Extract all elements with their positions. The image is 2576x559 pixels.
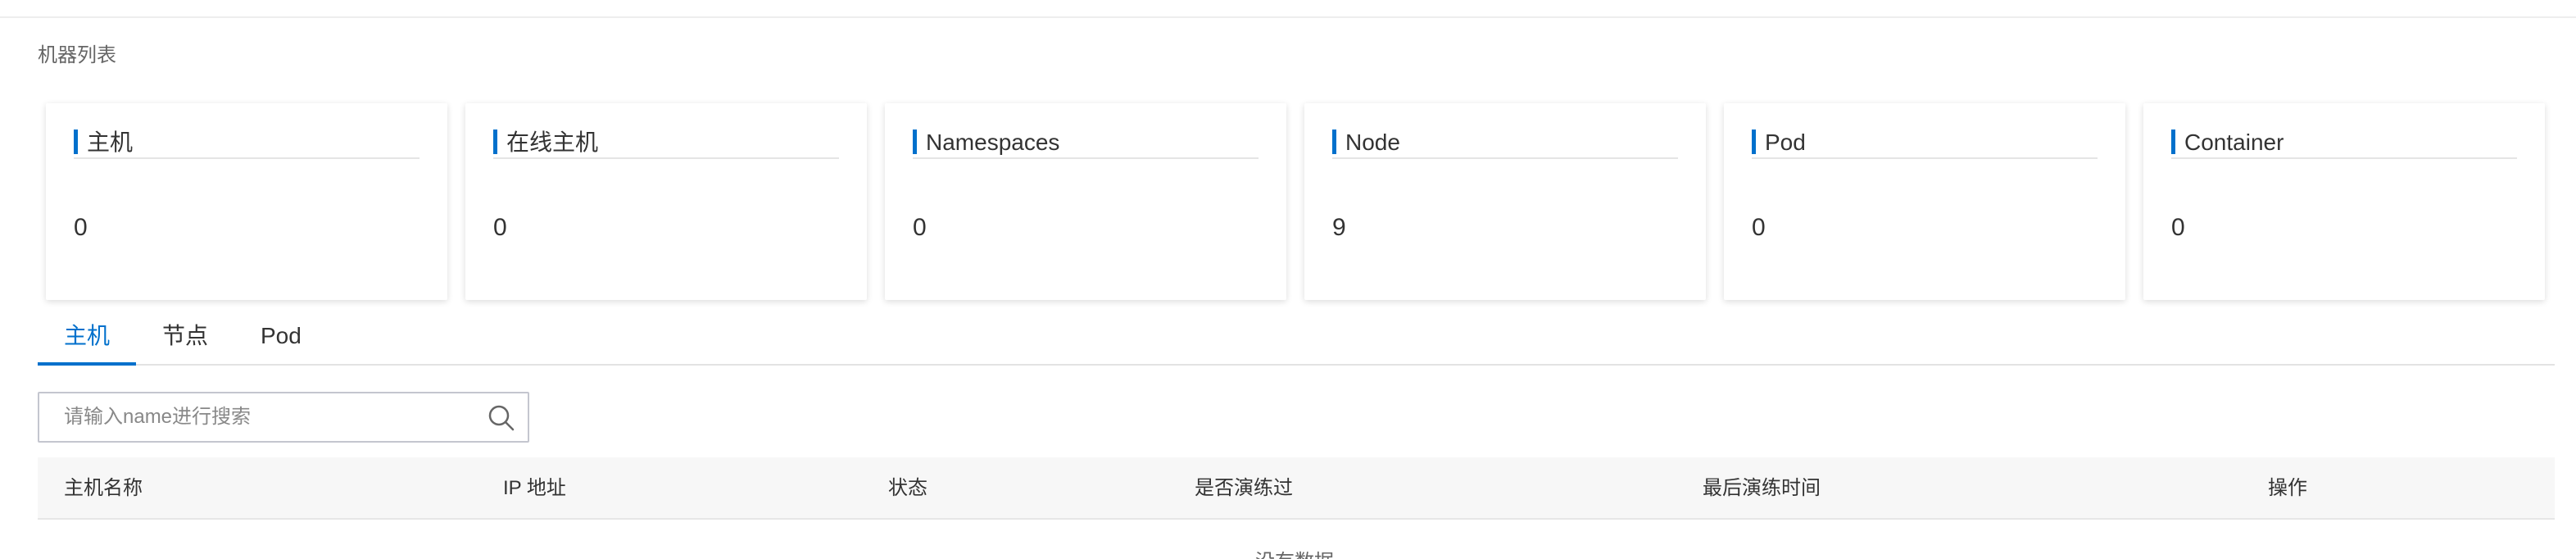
empty-state-text: 没有数据	[1255, 549, 1334, 559]
card-accent-bar	[493, 130, 497, 154]
search-input[interactable]	[64, 400, 490, 434]
card-accent-bar	[913, 130, 917, 154]
tab-bar: 主机 节点 Pod	[38, 311, 2555, 366]
tab-nodes[interactable]: 节点	[162, 321, 208, 351]
card-pod: Pod 0	[1724, 103, 2125, 300]
card-value: 0	[913, 214, 927, 241]
card-header: Container	[2171, 130, 2517, 159]
card-accent-bar	[1332, 130, 1336, 154]
column-header-actions: 操作	[2268, 477, 2307, 499]
card-header: Node	[1332, 130, 1678, 159]
card-value: 9	[1332, 214, 1346, 241]
top-divider	[0, 0, 2576, 18]
card-online-hosts: 在线主机 0	[465, 103, 867, 300]
card-value: 0	[1752, 214, 1766, 241]
card-value: 0	[74, 214, 88, 241]
card-title: Container	[2184, 130, 2284, 155]
tab-pod[interactable]: Pod	[261, 321, 302, 351]
card-title: 在线主机	[506, 130, 599, 155]
search-box	[38, 392, 529, 443]
card-title: 主机	[87, 130, 134, 155]
card-header: Pod	[1752, 130, 2098, 159]
table-header: 主机名称 IP 地址 状态 是否演练过 最后演练时间 操作	[38, 457, 2555, 520]
column-header-status: 状态	[888, 477, 927, 499]
card-value: 0	[2171, 214, 2185, 241]
card-header: 主机	[74, 130, 420, 159]
card-title: Node	[1345, 130, 1400, 155]
column-header-last-drill-time: 最后演练时间	[1703, 477, 1821, 499]
machine-list-page: 机器列表 主机 0 在线主机 0 Namespaces 0 Node 9 Pod…	[0, 0, 2576, 559]
card-value: 0	[493, 214, 507, 241]
card-title: Pod	[1765, 130, 1806, 155]
active-tab-indicator	[38, 362, 136, 366]
card-node: Node 9	[1304, 103, 1706, 300]
section-title: 机器列表	[38, 44, 116, 66]
card-title: Namespaces	[926, 130, 1060, 155]
card-container: Container 0	[2143, 103, 2545, 300]
search-icon[interactable]	[487, 403, 516, 433]
card-accent-bar	[74, 130, 78, 154]
card-hosts: 主机 0	[46, 103, 447, 300]
card-namespaces: Namespaces 0	[885, 103, 1286, 300]
tab-hosts[interactable]: 主机	[64, 321, 110, 351]
column-header-drilled: 是否演练过	[1195, 477, 1293, 499]
card-accent-bar	[2171, 130, 2175, 154]
summary-cards: 主机 0 在线主机 0 Namespaces 0 Node 9 Pod 0 Co…	[46, 103, 2550, 300]
card-header: 在线主机	[493, 130, 839, 159]
column-header-ip-address: IP 地址	[503, 477, 566, 499]
column-header-host-name: 主机名称	[64, 477, 143, 499]
card-accent-bar	[1752, 130, 1756, 154]
card-header: Namespaces	[913, 130, 1259, 159]
